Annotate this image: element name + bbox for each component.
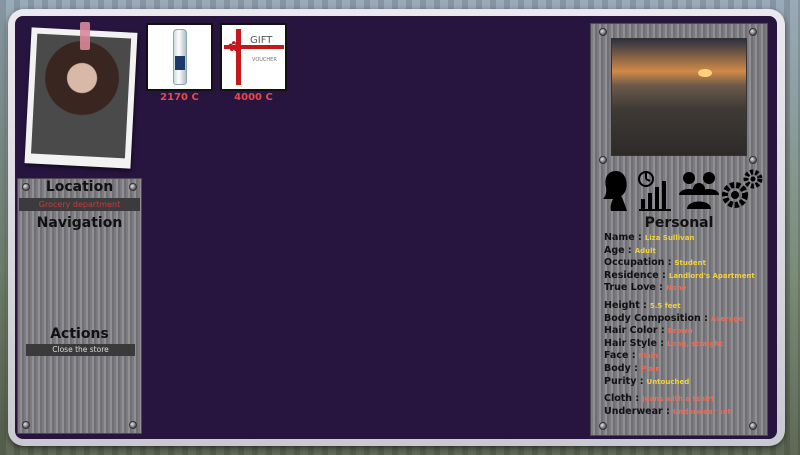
info-label: Body Composition : (604, 312, 708, 324)
info-value: Brown (667, 327, 693, 336)
bow-icon: ✿ (228, 39, 240, 55)
info-label: Residence : (604, 269, 666, 281)
info-row-underwear: Underwear : Underwear set (604, 406, 769, 419)
navigation-heading: Navigation (36, 215, 123, 231)
woman-silhouette-icon[interactable] (601, 169, 631, 211)
tape-pin-icon (80, 22, 90, 50)
info-label: Purity : (604, 375, 644, 387)
inventory-item-vodka[interactable] (146, 23, 213, 91)
info-value: Student (674, 259, 706, 268)
profile-icons (599, 169, 769, 215)
info-label: Age : (604, 244, 632, 256)
info-row-residence: Residence : Landlord's Apartment (604, 270, 769, 283)
actions-heading: Actions (50, 326, 109, 342)
inventory-price: 2170 C (160, 92, 199, 103)
close-store-button[interactable]: Close the store (26, 344, 135, 356)
info-label: Cloth : (604, 393, 640, 405)
info-row-hair-style: Hair Style : Long, straight (604, 338, 769, 351)
screw-icon (749, 156, 757, 164)
location-image (611, 38, 747, 156)
info-value: Adult (634, 246, 656, 255)
people-group-icon[interactable] (677, 169, 721, 209)
personal-info-list: Name : Liza Sullivan Age : Adult Occupatio… (604, 232, 769, 418)
info-value: 5.5 feet (649, 301, 681, 310)
location-heading: Location (45, 179, 114, 195)
info-value: Plain (638, 352, 659, 361)
info-label: Height : (604, 299, 647, 311)
info-label: Body : (604, 362, 638, 374)
stats-chart-icon[interactable] (637, 169, 673, 211)
inventory-item-gift-voucher[interactable]: ✿ GIFT VOUCHER (220, 23, 287, 91)
screw-icon (129, 421, 137, 429)
location-value: Grocery department (19, 198, 140, 211)
info-value: Underwear set (672, 407, 731, 416)
info-value: Jeans with a tshirt (642, 395, 715, 404)
voucher-title: GIFT (250, 35, 273, 46)
screw-icon (749, 28, 757, 36)
info-value: None (665, 284, 687, 293)
info-value: Plain (640, 364, 661, 373)
info-row-body-composition: Body Composition : Average (604, 313, 769, 326)
bottle-icon (173, 29, 187, 85)
right-side-panel: Personal Name : Liza Sullivan Age : Adult … (590, 23, 768, 436)
info-row-purity: Purity : Untouched (604, 376, 769, 389)
info-label: Hair Color : (604, 325, 665, 337)
voucher-subtitle: VOUCHER (252, 57, 277, 63)
sun-glow (698, 69, 712, 77)
info-label: Underwear : (604, 405, 670, 417)
info-row-height: Height :5.5 feet (604, 300, 769, 313)
screw-icon (599, 422, 607, 430)
info-label: Name : (604, 232, 642, 243)
info-value: Liza Sullivan (644, 234, 695, 242)
left-side-panel: Location Grocery department Navigation A… (17, 178, 142, 434)
info-label: True Love : (604, 282, 663, 294)
screw-icon (599, 156, 607, 164)
gears-icon[interactable] (721, 169, 765, 211)
info-value: Landlord's Apartment (668, 271, 755, 280)
info-row-body: Body : Plain (604, 363, 769, 376)
info-row-occupation: Occupation : Student (604, 257, 769, 270)
portrait-image (31, 33, 132, 159)
info-label: Face : (604, 350, 636, 362)
info-value: Long, straight (667, 339, 723, 348)
personal-heading: Personal (644, 215, 714, 231)
info-row-cloth: Cloth : Jeans with a tshirt (604, 393, 769, 406)
info-row-name: Name : Liza Sullivan (604, 232, 769, 245)
bottle-label (175, 56, 185, 70)
screw-icon (599, 28, 607, 36)
info-label: Hair Style : (604, 337, 664, 349)
info-label: Occupation : (604, 257, 672, 269)
info-row-age: Age : Adult (604, 245, 769, 258)
info-row-face: Face : Plain (604, 350, 769, 363)
info-value: Untouched (646, 377, 690, 386)
info-row-hair-color: Hair Color : Brown (604, 325, 769, 338)
info-value: Average (710, 314, 744, 323)
info-row-true-love: True Love : None (604, 282, 769, 295)
inventory-price: 4000 C (234, 92, 273, 103)
ribbon-icon (236, 29, 241, 85)
screw-icon (22, 421, 30, 429)
screw-icon (749, 422, 757, 430)
